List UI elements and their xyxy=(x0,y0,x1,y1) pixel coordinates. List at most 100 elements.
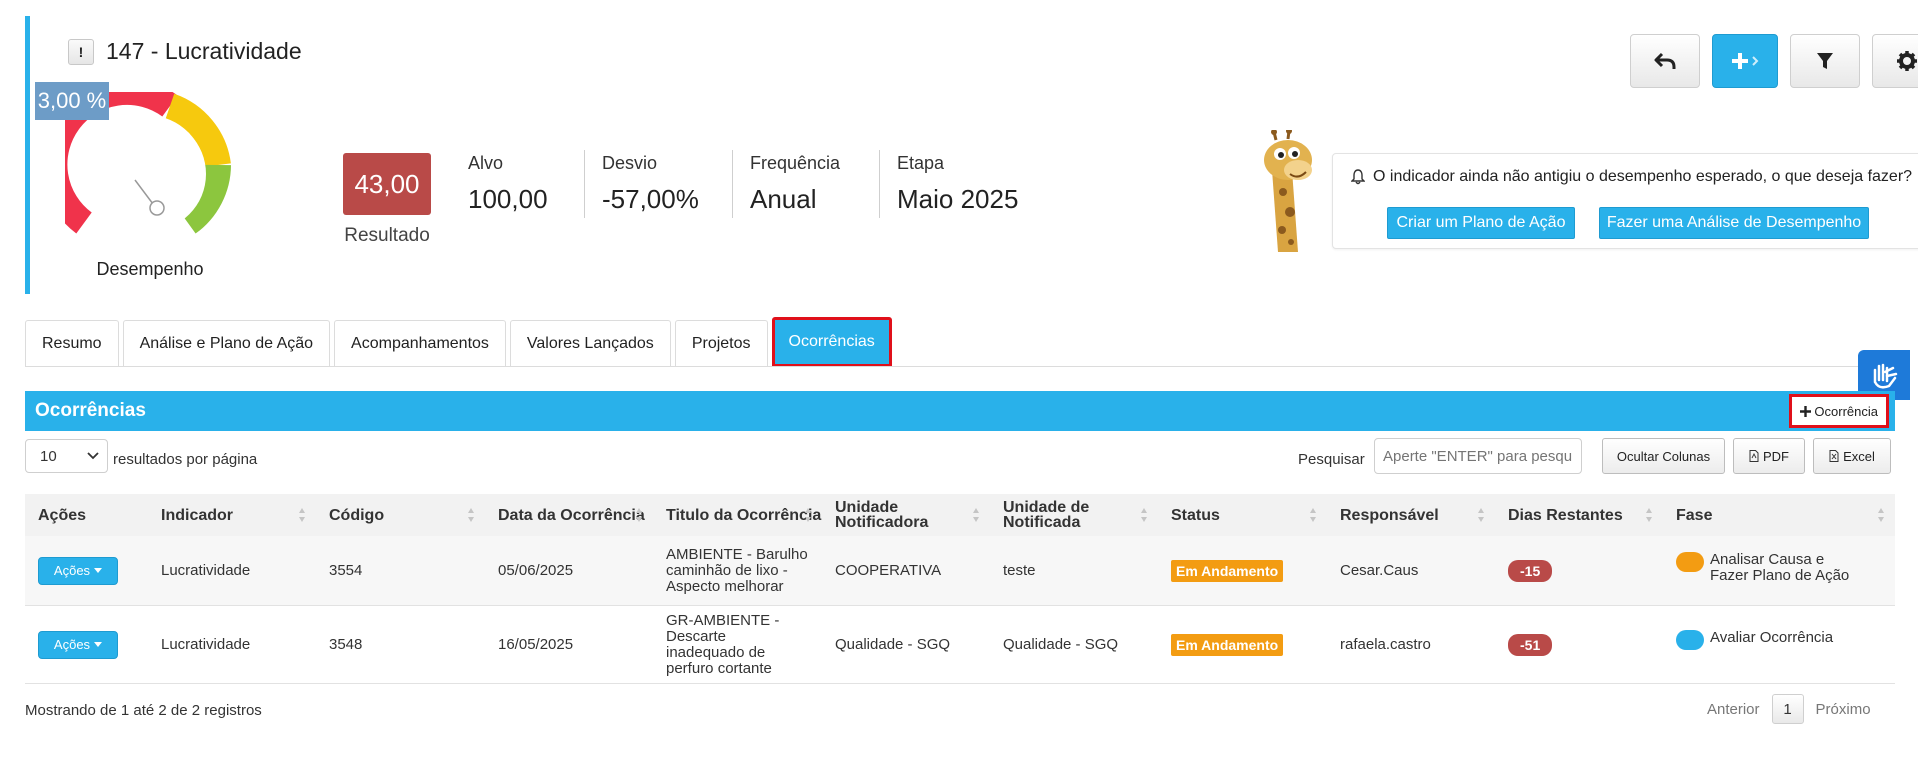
notice-message: O indicador ainda não antigiu o desempen… xyxy=(1373,168,1913,185)
gauge-label: Desempenho xyxy=(96,259,204,279)
stat-value: 100,00 xyxy=(468,184,548,214)
excel-label: Excel xyxy=(1843,448,1875,464)
cell-titulo: GR-AMBIENTE - Descarte inadequado de per… xyxy=(666,611,780,677)
excel-export-button[interactable]: Excel xyxy=(1813,438,1891,474)
tab-valores-lancados[interactable]: Valores Lançados xyxy=(509,320,671,366)
undo-icon xyxy=(1654,52,1676,69)
performance-percent-badge: 3,00 % xyxy=(35,82,109,120)
search-input[interactable] xyxy=(1374,438,1582,474)
gear-icon xyxy=(1897,51,1917,71)
table-header-row: Ações Indicador Código Data da Ocorrênci… xyxy=(25,494,1895,536)
sort-icon xyxy=(1878,508,1884,522)
title-row: ! 147 - Lucratividade xyxy=(68,38,302,65)
stat-value: Maio 2025 xyxy=(897,184,1019,214)
indicator-tabs: Resumo Análise e Plano de Ação Acompanha… xyxy=(25,317,892,367)
cell-indicador: Lucratividade xyxy=(161,635,251,653)
row-actions-button[interactable]: Ações xyxy=(38,556,118,585)
cell-data: 05/06/2025 xyxy=(498,561,574,579)
column-header-indicador[interactable]: Indicador xyxy=(148,494,316,536)
column-header-dias[interactable]: Dias Restantes xyxy=(1495,494,1663,536)
tabs-divider xyxy=(25,366,1895,367)
cell-responsavel: rafaela.castro xyxy=(1340,635,1431,653)
stat-divider xyxy=(584,150,585,218)
filter-icon xyxy=(1817,53,1833,69)
row-actions-button[interactable]: Ações xyxy=(38,630,118,659)
cell-titulo: AMBIENTE - Barulho caminhão de lixo - As… xyxy=(666,545,808,595)
days-remaining-badge: -51 xyxy=(1508,633,1553,656)
pagination-page[interactable]: 1 xyxy=(1771,694,1804,724)
cell-notificada: teste xyxy=(1003,561,1036,579)
table-row: Ações Lucratividade 3554 05/06/2025 AMBI… xyxy=(25,536,1895,606)
sort-icon xyxy=(805,508,811,522)
notice-text-row: O indicador ainda não antigiu o desempen… xyxy=(1351,168,1912,186)
sort-icon xyxy=(973,508,979,522)
column-header-titulo[interactable]: Titulo da Ocorrência xyxy=(653,494,822,536)
stat-desvio: Desvio -57,00% xyxy=(602,153,699,215)
cell-fase: Avaliar Ocorrência xyxy=(1663,606,1895,683)
performance-analysis-button[interactable]: Fazer uma Análise de Desempenho xyxy=(1599,207,1869,239)
excel-file-icon xyxy=(1829,450,1839,462)
status-badge: Em Andamento xyxy=(1171,633,1284,656)
result-label: Resultado xyxy=(344,225,430,246)
column-header-data[interactable]: Data da Ocorrência xyxy=(485,494,653,536)
stat-label: Frequência xyxy=(750,153,841,173)
add-ocorrencia-button[interactable]: Ocorrência xyxy=(1789,394,1889,428)
stat-label: Alvo xyxy=(468,153,504,173)
sort-icon xyxy=(1141,508,1147,522)
giraffe-mascot-icon xyxy=(1264,130,1312,252)
cell-notificadora: COOPERATIVA xyxy=(835,561,942,579)
tab-acompanhamentos[interactable]: Acompanhamentos xyxy=(334,320,506,366)
tab-projetos[interactable]: Projetos xyxy=(674,320,768,366)
sort-icon xyxy=(468,508,474,522)
tab-resumo[interactable]: Resumo xyxy=(25,320,119,366)
phase-label: Analisar Causa e Fazer Plano de Ação xyxy=(1710,551,1850,584)
page-size-select[interactable]: 10 xyxy=(25,439,108,473)
pagination-previous[interactable]: Anterior xyxy=(1707,701,1760,718)
settings-button[interactable] xyxy=(1872,34,1918,88)
filter-button[interactable] xyxy=(1790,34,1860,88)
pagination-next[interactable]: Próximo xyxy=(1816,701,1871,718)
column-header-notificada[interactable]: Unidade de Notificada xyxy=(990,494,1158,536)
stat-alvo: Alvo 100,00 xyxy=(468,153,548,215)
back-button[interactable] xyxy=(1630,34,1700,88)
cell-codigo: 3554 xyxy=(329,561,363,579)
stat-divider xyxy=(732,150,733,218)
cell-dias: -51 xyxy=(1495,606,1663,683)
result-value: 43,00 xyxy=(343,153,431,215)
stat-value: Anual xyxy=(750,184,817,214)
pdf-file-icon xyxy=(1749,450,1759,462)
page-size-value: 10 xyxy=(40,447,57,465)
column-header-responsavel[interactable]: Responsável xyxy=(1327,494,1495,536)
alert-icon[interactable]: ! xyxy=(68,38,94,65)
pagination: Anterior 1 Próximo xyxy=(1707,694,1871,724)
tab-analise-plano-acao[interactable]: Análise e Plano de Ação xyxy=(122,320,331,366)
create-action-plan-button[interactable]: Criar um Plano de Ação xyxy=(1387,207,1575,239)
cell-codigo: 3548 xyxy=(329,635,363,653)
cell-status: Em Andamento xyxy=(1158,536,1327,605)
caret-down-icon xyxy=(94,642,103,647)
pdf-export-button[interactable]: PDF xyxy=(1733,438,1805,474)
section-title: Ocorrências xyxy=(35,400,146,421)
sign-language-icon xyxy=(1873,363,1898,389)
column-header-fase[interactable]: Fase xyxy=(1663,494,1895,536)
stat-divider xyxy=(879,150,880,218)
cell-fase: Analisar Causa e Fazer Plano de Ação xyxy=(1663,536,1895,605)
hide-columns-button[interactable]: Ocultar Colunas xyxy=(1602,438,1725,474)
tab-ocorrencias[interactable]: Ocorrências xyxy=(771,317,892,367)
column-header-acoes[interactable]: Ações xyxy=(25,494,148,536)
cell-dias: -15 xyxy=(1495,536,1663,605)
column-header-status[interactable]: Status xyxy=(1158,494,1327,536)
table-row: Ações Lucratividade 3548 16/05/2025 GR-A… xyxy=(25,606,1895,684)
caret-down-icon xyxy=(94,568,103,573)
status-badge: Em Andamento xyxy=(1171,559,1284,582)
page-title: 147 - Lucratividade xyxy=(106,38,302,64)
sort-icon xyxy=(1646,508,1652,522)
column-header-codigo[interactable]: Código xyxy=(316,494,485,536)
bell-icon xyxy=(1351,169,1365,185)
sort-icon xyxy=(636,508,642,522)
indicator-header-card: ! 147 - Lucratividade 3,00 % Desempenho … xyxy=(25,16,1918,294)
add-action-button[interactable] xyxy=(1712,34,1778,88)
plus-arrow-icon xyxy=(1732,53,1759,69)
stat-label: Desvio xyxy=(602,153,658,173)
column-header-notificadora[interactable]: Unidade Notificadora xyxy=(822,494,990,536)
